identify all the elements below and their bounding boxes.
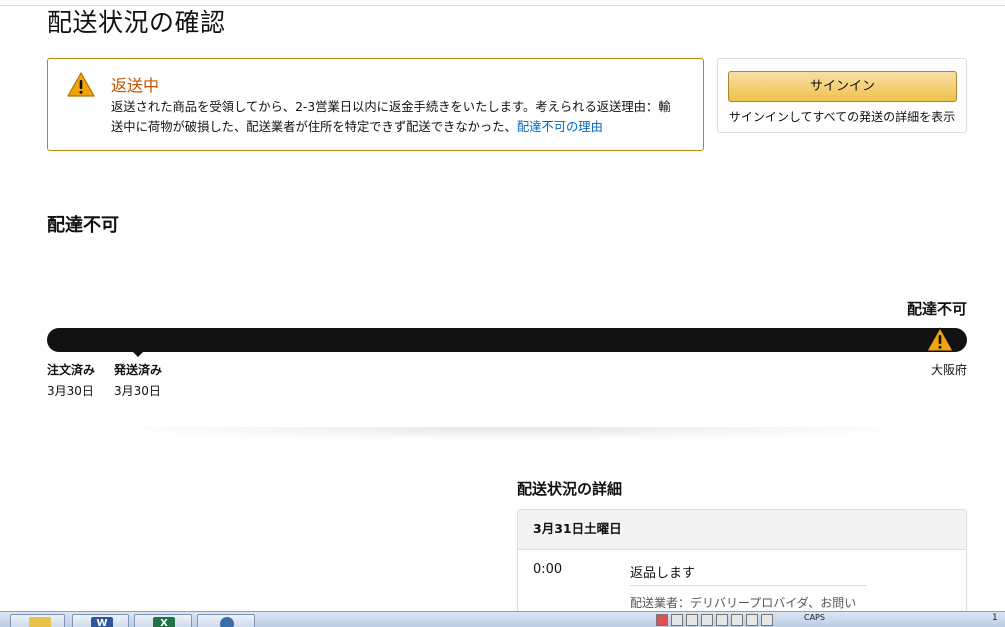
signin-note: サインインしてすべての発送の詳細を表示 [728, 110, 956, 124]
tray-icon[interactable] [716, 614, 728, 626]
browser-icon [220, 617, 234, 627]
tracking-date-header: 3月31日土曜日 [518, 510, 966, 550]
system-tray [656, 614, 776, 627]
step-ordered: 注文済み 3月30日 [47, 361, 95, 399]
tray-icon[interactable] [671, 614, 683, 626]
folder-icon [29, 617, 51, 627]
warning-icon [926, 327, 954, 352]
step-date: 3月30日 [47, 384, 94, 398]
progress-status-label: 配達不可 [906, 300, 967, 318]
delivery-status-heading: 配達不可 [47, 215, 119, 236]
step-name: 発送済み [114, 363, 163, 377]
excel-icon: X [153, 617, 175, 627]
taskbar-excel-button[interactable]: X [134, 614, 192, 627]
event-divider [630, 585, 867, 586]
tray-icon[interactable] [686, 614, 698, 626]
alert-message: 返送された商品を受領してから、2-3営業日以内に返金手続きをいたします。考えられ… [111, 97, 681, 137]
tray-icon[interactable] [746, 614, 758, 626]
page-title: 配送状況の確認 [47, 8, 226, 37]
alert-heading: 返送中 [111, 76, 160, 95]
delivery-progress-bar [47, 328, 967, 352]
signin-panel: サインイン サインインしてすべての発送の詳細を表示 [717, 58, 967, 133]
caps-lock-indicator: CAPS [804, 613, 825, 622]
tray-icon[interactable] [656, 614, 668, 626]
section-divider [95, 427, 935, 441]
step-name: 注文済み [47, 363, 96, 377]
tracking-details-heading: 配送状況の詳細 [517, 480, 623, 498]
taskbar-folder-button[interactable] [10, 614, 65, 627]
word-icon: W [91, 617, 113, 627]
progress-pointer [132, 351, 144, 357]
undeliverable-reason-link[interactable]: 配達不可の理由 [517, 120, 603, 134]
tray-icon[interactable] [701, 614, 713, 626]
os-taskbar: W X CAPS 1 [0, 611, 1005, 627]
taskbar-word-button[interactable]: W [72, 614, 129, 627]
warning-icon [67, 72, 95, 97]
taskbar-clock[interactable]: 1 [992, 613, 998, 623]
delivery-location: 大阪府 [930, 363, 967, 377]
return-alert-box: 返送中 返送された商品を受領してから、2-3営業日以内に返金手続きをいたします。… [47, 58, 704, 151]
event-carrier: 配送業者：デリバリープロバイダ、お問い [630, 596, 857, 610]
taskbar-browser-button[interactable] [197, 614, 255, 627]
signin-button[interactable]: サインイン [728, 71, 957, 102]
tray-icon[interactable] [761, 614, 773, 626]
tracking-details-table: 3月31日土曜日 0:00 返品します 配送業者：デリバリープロバイダ、お問い [517, 509, 967, 619]
tray-icon[interactable] [731, 614, 743, 626]
step-date: 3月30日 [114, 384, 161, 398]
event-description: 返品します [630, 566, 696, 581]
step-shipped: 発送済み 3月30日 [114, 361, 162, 399]
event-time: 0:00 [533, 562, 563, 577]
